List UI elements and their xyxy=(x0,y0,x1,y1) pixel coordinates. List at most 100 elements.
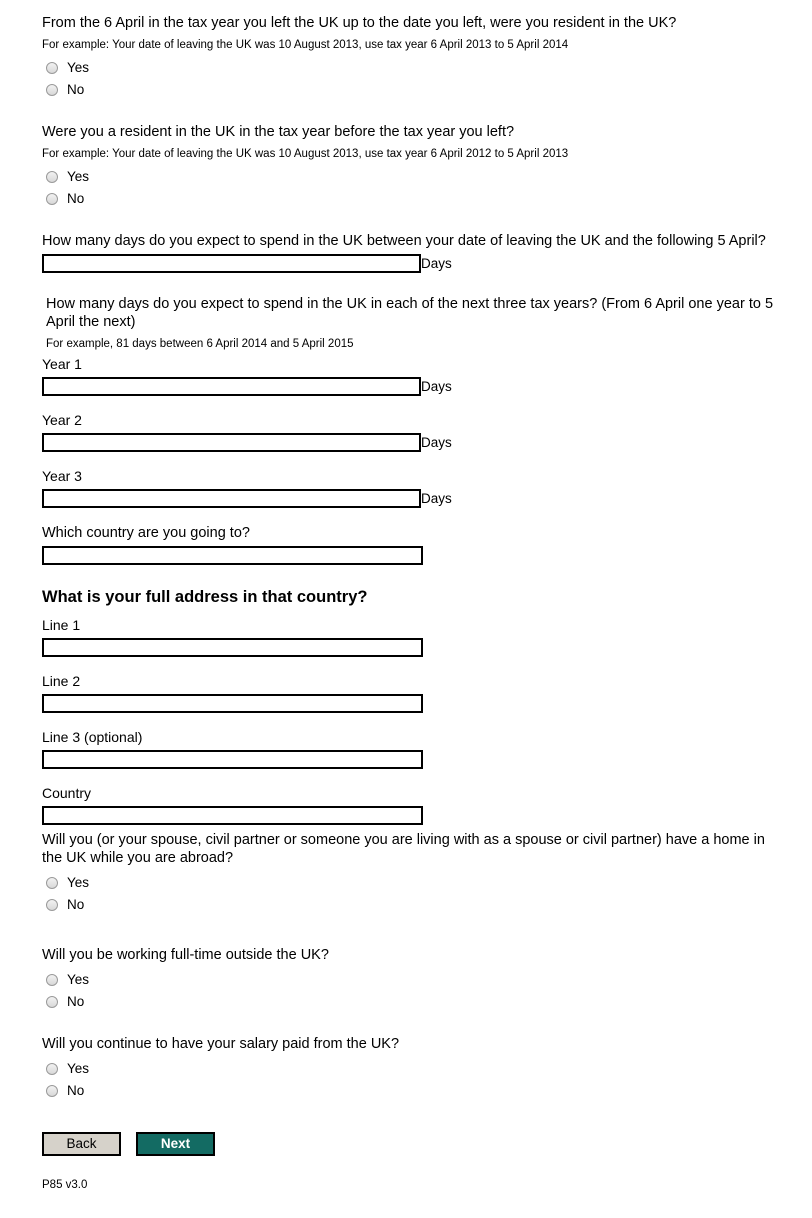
radio-group-home-in-uk: Yes No xyxy=(42,872,794,916)
question-text: From the 6 April in the tax year you lef… xyxy=(42,15,677,31)
days-until-5-april-input[interactable] xyxy=(42,254,421,273)
question-block-working-full-time: Will you be working full-time outside th… xyxy=(42,946,794,1013)
question-example: For example: Your date of leaving the UK… xyxy=(42,148,569,160)
days-unit-label: Days xyxy=(421,491,452,506)
radio-icon[interactable] xyxy=(46,84,58,96)
radio-option-yes[interactable]: Yes xyxy=(42,57,794,79)
radio-option-no[interactable]: No xyxy=(42,79,794,101)
address-field-line-2: Line 2 xyxy=(42,673,794,713)
address-field-label: Line 2 xyxy=(42,673,81,689)
question-block-days-next-three-years: How many days do you expect to spend in … xyxy=(42,295,794,508)
radio-icon[interactable] xyxy=(46,193,58,205)
radio-option-yes[interactable]: Yes xyxy=(42,969,794,991)
input-row-year-3: Days xyxy=(42,489,794,508)
radio-label: Yes xyxy=(67,875,90,890)
radio-option-no[interactable]: No xyxy=(42,894,794,916)
destination-country-input[interactable] xyxy=(42,546,423,565)
input-row-address-line-1 xyxy=(42,638,794,657)
radio-option-no[interactable]: No xyxy=(42,991,794,1013)
question-text: Will you (or your spouse, civil partner … xyxy=(42,832,765,866)
form-page: From the 6 April in the tax year you lef… xyxy=(0,0,812,1218)
radio-group-resident-year-before: Yes No xyxy=(42,166,794,210)
address-line-2-input[interactable] xyxy=(42,694,423,713)
radio-icon[interactable] xyxy=(46,1063,58,1075)
next-button[interactable]: Next xyxy=(136,1132,215,1156)
radio-group-resident-from-6-april: Yes No xyxy=(42,57,794,101)
radio-label: No xyxy=(67,897,85,912)
address-section: What is your full address in that countr… xyxy=(42,587,794,825)
radio-label: Yes xyxy=(67,60,90,75)
address-field-label: Country xyxy=(42,785,92,801)
year-label: Year 3 xyxy=(42,468,82,484)
radio-label: No xyxy=(67,191,85,206)
year-field-1: Year 1 Days xyxy=(42,356,794,396)
question-text: How many days do you expect to spend in … xyxy=(46,296,774,330)
radio-icon[interactable] xyxy=(46,1085,58,1097)
input-row-address-line-2 xyxy=(42,694,794,713)
radio-label: No xyxy=(67,82,85,97)
address-line-1-input[interactable] xyxy=(42,638,423,657)
question-text: Will you continue to have your salary pa… xyxy=(42,1036,400,1052)
address-heading: What is your full address in that countr… xyxy=(42,588,368,606)
radio-label: Yes xyxy=(67,1061,90,1076)
address-field-label: Line 3 (optional) xyxy=(42,729,143,745)
form-actions: Back Next xyxy=(42,1132,794,1156)
question-block-salary-from-uk: Will you continue to have your salary pa… xyxy=(42,1035,794,1102)
question-example: For example: Your date of leaving the UK… xyxy=(42,39,569,51)
year-3-days-input[interactable] xyxy=(42,489,421,508)
address-country-input[interactable] xyxy=(42,806,423,825)
input-row-year-2: Days xyxy=(42,433,794,452)
days-unit-label: Days xyxy=(421,379,452,394)
input-row-address-country xyxy=(42,806,794,825)
question-example: For example, 81 days between 6 April 201… xyxy=(46,338,354,350)
address-field-country: Country xyxy=(42,785,794,825)
question-block-resident-from-6-april: From the 6 April in the tax year you lef… xyxy=(42,14,794,101)
address-field-line-3: Line 3 (optional) xyxy=(42,729,794,769)
input-row-days-until-5-april: Days xyxy=(42,254,794,273)
year-1-days-input[interactable] xyxy=(42,377,421,396)
radio-option-yes[interactable]: Yes xyxy=(42,872,794,894)
radio-icon[interactable] xyxy=(46,877,58,889)
year-label: Year 1 xyxy=(42,356,82,372)
question-block-home-in-uk: Will you (or your spouse, civil partner … xyxy=(42,831,794,916)
radio-group-salary-from-uk: Yes No xyxy=(42,1058,794,1102)
radio-group-working-full-time: Yes No xyxy=(42,969,794,1013)
form-version-label: P85 v3.0 xyxy=(42,1179,88,1191)
address-field-line-1: Line 1 xyxy=(42,617,794,657)
question-text: Were you a resident in the UK in the tax… xyxy=(42,124,515,140)
radio-icon[interactable] xyxy=(46,899,58,911)
radio-icon[interactable] xyxy=(46,996,58,1008)
days-unit-label: Days xyxy=(421,256,452,271)
radio-label: Yes xyxy=(67,169,90,184)
question-text: Which country are you going to? xyxy=(42,525,250,541)
address-field-label: Line 1 xyxy=(42,617,81,633)
question-block-resident-year-before: Were you a resident in the UK in the tax… xyxy=(42,123,794,210)
radio-icon[interactable] xyxy=(46,62,58,74)
radio-label: No xyxy=(67,1083,85,1098)
address-line-3-input[interactable] xyxy=(42,750,423,769)
radio-option-yes[interactable]: Yes xyxy=(42,166,794,188)
radio-option-no[interactable]: No xyxy=(42,1080,794,1102)
question-text: Will you be working full-time outside th… xyxy=(42,947,329,963)
radio-option-yes[interactable]: Yes xyxy=(42,1058,794,1080)
back-button[interactable]: Back xyxy=(42,1132,121,1156)
radio-option-no[interactable]: No xyxy=(42,188,794,210)
radio-label: No xyxy=(67,994,85,1009)
year-2-days-input[interactable] xyxy=(42,433,421,452)
radio-icon[interactable] xyxy=(46,171,58,183)
year-field-3: Year 3 Days xyxy=(42,468,794,508)
radio-icon[interactable] xyxy=(46,974,58,986)
days-unit-label: Days xyxy=(421,435,452,450)
question-block-days-until-5-april: How many days do you expect to spend in … xyxy=(42,232,794,273)
